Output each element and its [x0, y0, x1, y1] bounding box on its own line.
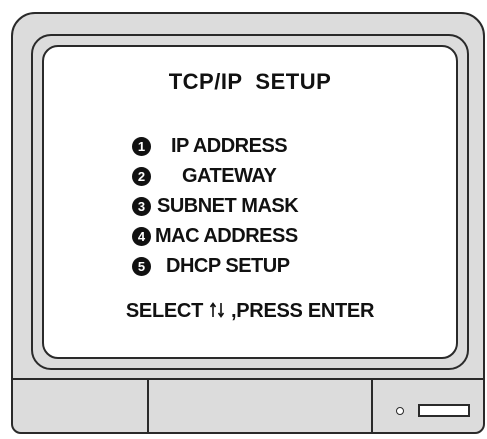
osd-screen: TCP/IP SETUP 1 IP ADDRESS 2 GATEWAY 3 SU… [42, 45, 458, 359]
up-down-arrows-icon [209, 302, 225, 318]
hint-select-text: SELECT [125, 300, 203, 322]
power-button[interactable] [418, 404, 470, 417]
page-title: TCP/IP SETUP [168, 69, 332, 94]
power-led-icon [396, 407, 404, 415]
menu-item-label: MAC ADDRESS [155, 224, 298, 247]
base-divider-right [371, 380, 373, 434]
base-divider-left [147, 380, 149, 434]
menu-item-label: SUBNET MASK [157, 194, 299, 217]
monitor-bezel: TCP/IP SETUP 1 IP ADDRESS 2 GATEWAY 3 SU… [31, 34, 469, 370]
menu-item-dhcp-setup[interactable]: 5 DHCP SETUP [132, 253, 290, 279]
hint-press-text: ,PRESS ENTER [231, 300, 375, 322]
navigation-hint: SELECT ,PRESS ENTER [44, 300, 456, 323]
circled-number-5-icon: 5 [132, 256, 151, 276]
menu-item-label: GATEWAY [182, 164, 277, 187]
menu-item-gateway[interactable]: 2 GATEWAY [132, 163, 277, 189]
circled-number-3-icon: 3 [132, 196, 151, 216]
menu-item-mac-address[interactable]: 4 MAC ADDRESS [132, 223, 298, 249]
circled-number-4-icon: 4 [132, 226, 151, 246]
monitor-frame: TCP/IP SETUP 1 IP ADDRESS 2 GATEWAY 3 SU… [11, 12, 485, 434]
menu-item-subnet-mask[interactable]: 3 SUBNET MASK [132, 193, 299, 219]
circled-number-1-icon: 1 [132, 136, 151, 156]
menu-item-ip-address[interactable]: 1 IP ADDRESS [132, 133, 288, 159]
monitor-base [13, 378, 483, 434]
circled-number-2-icon: 2 [132, 166, 151, 186]
menu-item-label: DHCP SETUP [166, 254, 290, 277]
menu-item-label: IP ADDRESS [171, 134, 288, 157]
